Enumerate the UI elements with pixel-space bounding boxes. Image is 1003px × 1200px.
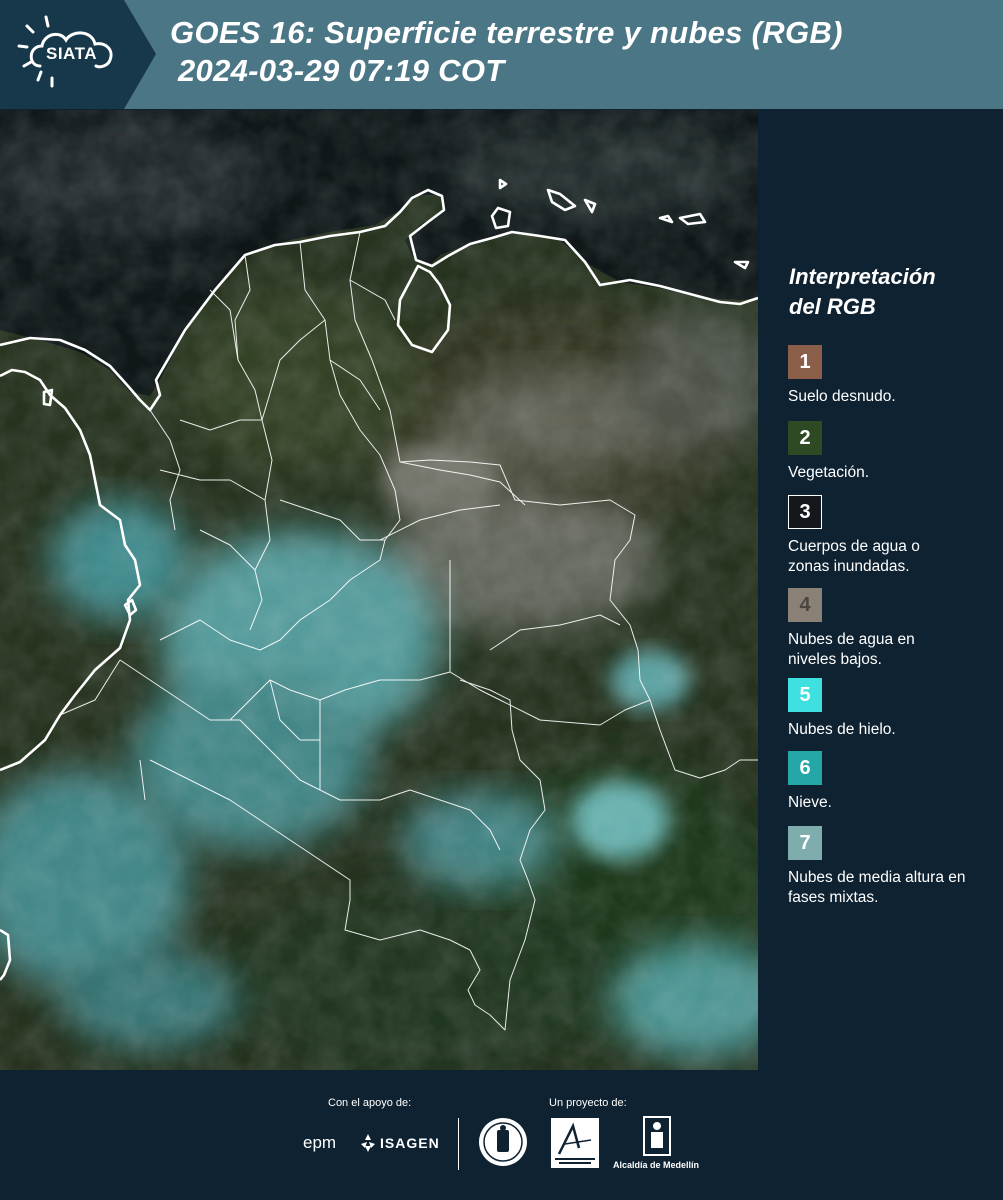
- isagen-logo: ISAGEN: [380, 1135, 440, 1151]
- alcaldia-label: Alcaldía de Medellín: [613, 1160, 700, 1170]
- legend-num: 2: [799, 426, 811, 449]
- title-line-2: 2024-03-29 07:19 COT: [178, 53, 505, 88]
- legend-swatch: 7: [788, 826, 822, 860]
- legend-swatch: 6: [788, 751, 822, 785]
- legend-swatch: 4: [788, 588, 822, 622]
- project-label: Un proyecto de:: [549, 1097, 627, 1109]
- legend-num: 6: [799, 756, 811, 779]
- legend-item: 6 Nieve.: [788, 751, 998, 813]
- legend-label: Nubes de media altura en fases mixtas.: [788, 869, 966, 906]
- legend-label: Vegetación.: [788, 464, 870, 481]
- map-image: [0, 110, 758, 1070]
- legend-item: 1 Suelo desnudo.: [788, 345, 998, 407]
- title-line-1: GOES 16: Superficie terrestre y nubes (R…: [170, 15, 843, 50]
- legend-num: 4: [799, 593, 811, 616]
- satellite-map: [0, 110, 758, 1070]
- legend-num: 1: [799, 350, 811, 373]
- legend-swatch: 5: [788, 678, 822, 712]
- legend-label: Nieve.: [788, 794, 832, 811]
- legend-num: 5: [799, 683, 811, 706]
- legend-item: 4 Nubes de agua en niveles bajos.: [788, 588, 998, 670]
- legend-title: Interpretación del RGB: [789, 262, 936, 322]
- legend-panel: Interpretación del RGB 1 Suelo desnudo. …: [758, 110, 1003, 1070]
- legend-label: Cuerpos de agua o zonas inundadas.: [788, 538, 920, 575]
- seal-icon: [479, 1118, 527, 1166]
- legend-label: Suelo desnudo.: [788, 388, 896, 405]
- legend-swatch: 3: [788, 495, 822, 529]
- support-label: Con el apoyo de:: [328, 1097, 412, 1109]
- legend-num: 7: [799, 831, 811, 854]
- legend-item: 3 Cuerpos de agua o zonas inundadas.: [788, 495, 998, 577]
- legend-label: Nubes de agua en niveles bajos.: [788, 631, 915, 668]
- area-metropolitana-logo-icon: [551, 1118, 599, 1168]
- header: SIATA GOES 16: Superficie terrestre y nu…: [0, 0, 1003, 109]
- legend-item: 7 Nubes de media altura en fases mixtas.: [788, 826, 998, 908]
- legend-title-line-2: del RGB: [789, 294, 876, 319]
- alcaldia-shield-icon: [643, 1116, 671, 1156]
- legend-title-line-1: Interpretación: [789, 264, 936, 289]
- epm-logo: epm: [303, 1133, 337, 1152]
- legend-swatch: 2: [788, 421, 822, 455]
- legend-num: 3: [799, 500, 811, 523]
- isagen-icon: [361, 1134, 375, 1152]
- legend-swatch: 1: [788, 345, 822, 379]
- logo-text: SIATA: [46, 44, 97, 63]
- footer-divider: [458, 1118, 459, 1170]
- legend-label: Nubes de hielo.: [788, 721, 896, 738]
- page-title: GOES 16: Superficie terrestre y nubes (R…: [170, 14, 843, 90]
- legend-item: 2 Vegetación.: [788, 421, 998, 483]
- legend-item: 5 Nubes de hielo.: [788, 678, 998, 740]
- footer: Con el apoyo de: Un proyecto de: epm ISA…: [0, 1070, 1003, 1200]
